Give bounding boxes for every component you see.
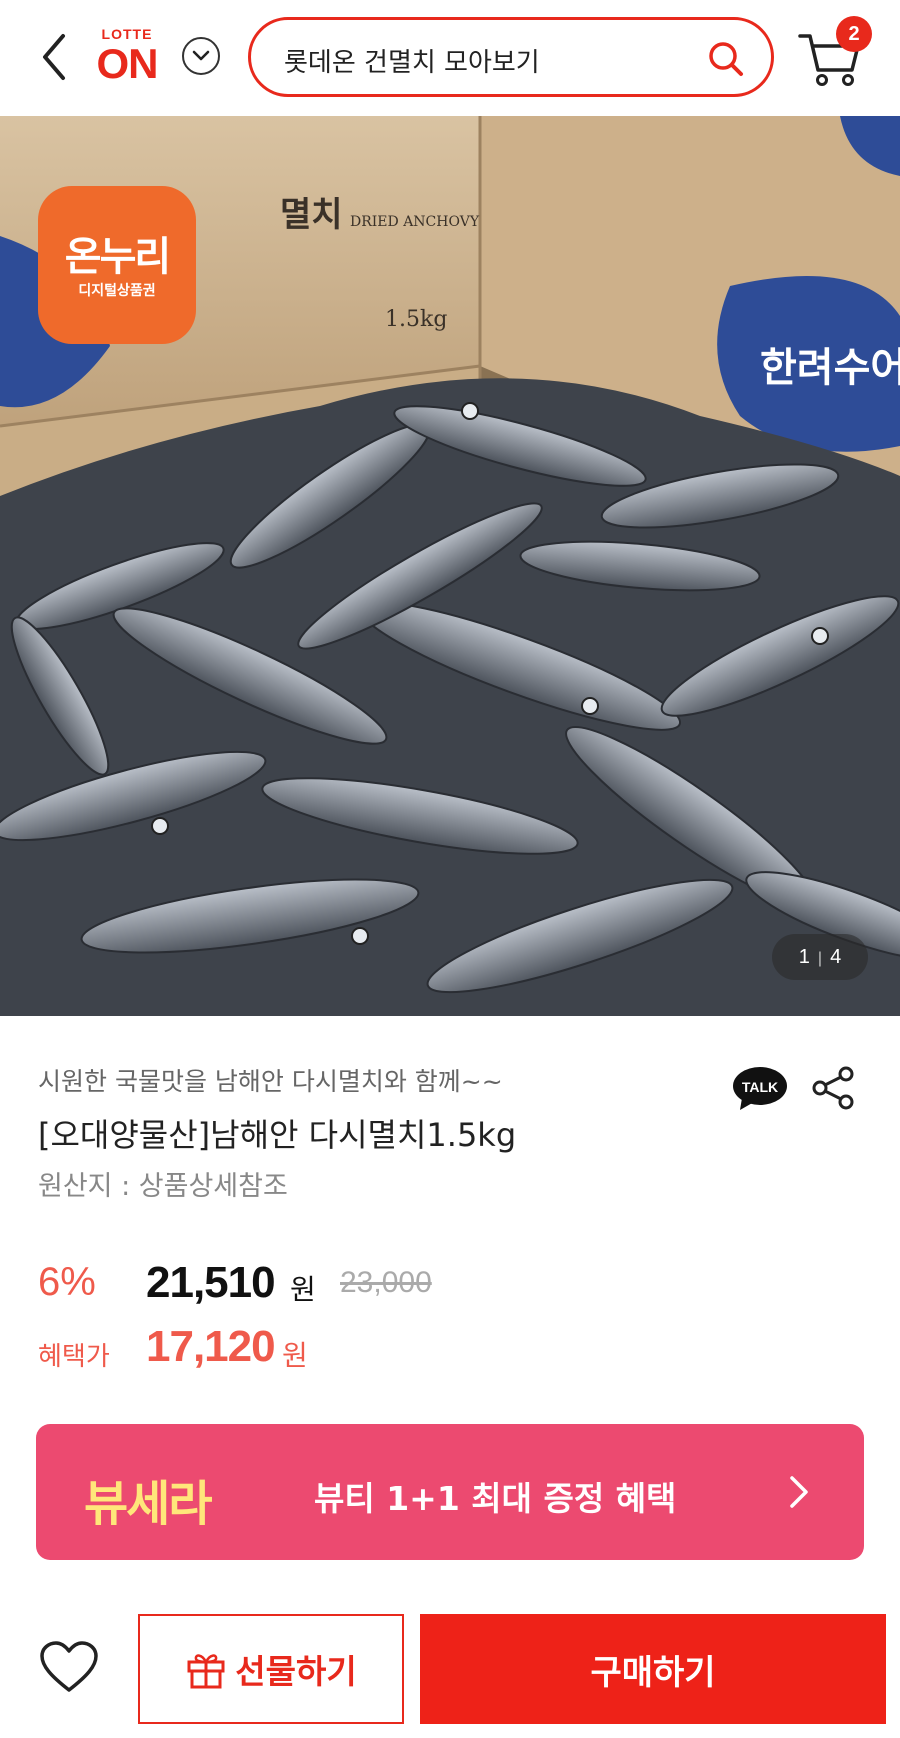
promo-brand: 뷰세라: [84, 1476, 212, 1532]
promo-banner[interactable]: 뷰세라 뷰티 1+1 최대 증정 혜택: [36, 1424, 864, 1560]
page-total: 4: [830, 946, 842, 968]
box-label-text: 멸치: [280, 195, 343, 235]
buy-button-label: 구매하기: [590, 1652, 716, 1693]
product-image[interactable]: 한려수어 멸치 DRIED ANCHOVY 1.5kg 온누리 디지털상품권 1…: [0, 116, 900, 1016]
top-header: LOTTE ON 롯데온 건멸치 모아보기 2: [0, 0, 900, 116]
logo-on-text: ON: [96, 40, 159, 87]
back-button[interactable]: [32, 28, 76, 86]
benefit-price-label: 혜택가: [38, 1342, 110, 1372]
box-label-en-text: DRIED ANCHOVY: [350, 214, 480, 230]
voucher-title: 온누리: [64, 234, 171, 280]
chevron-left-icon: [43, 34, 65, 80]
product-origin: 원산지 : 상품상세참조: [38, 1171, 288, 1202]
search-input[interactable]: 롯데온 건멸치 모아보기: [248, 17, 774, 97]
image-page-indicator: 1 | 4: [772, 934, 868, 980]
benefit-price: 17,120: [146, 1322, 276, 1371]
promo-text: 뷰티 1+1 최대 증정 혜택: [314, 1479, 677, 1518]
gift-button[interactable]: 선물하기: [138, 1614, 404, 1724]
buy-button[interactable]: 구매하기: [420, 1614, 886, 1724]
gift-button-label: 선물하기: [235, 1652, 357, 1691]
benefit-price-unit: 원: [282, 1339, 308, 1372]
service-menu-toggle[interactable]: [182, 37, 220, 75]
heart-icon: [40, 1641, 98, 1692]
discount-rate: 6%: [38, 1260, 96, 1304]
onnuri-voucher-badge: 온누리 디지털상품권: [38, 186, 196, 344]
chevron-right-icon: [790, 1476, 808, 1508]
search-query-text: 롯데온 건멸치 모아보기: [284, 48, 540, 78]
sale-price: 21,510: [146, 1258, 276, 1307]
search-icon[interactable]: [707, 40, 745, 78]
talk-label: TALK: [742, 1079, 778, 1095]
box-brand-text: 한려수어: [760, 345, 900, 391]
talk-icon[interactable]: TALK: [732, 1066, 788, 1112]
gift-icon: [187, 1654, 225, 1689]
product-subtitle: 시원한 국물맛을 남해안 다시멸치와 함께~~: [38, 1067, 503, 1096]
voucher-subtitle: 디지털상품권: [78, 283, 156, 299]
wishlist-button[interactable]: [36, 1634, 102, 1700]
page-current: 1: [798, 946, 810, 968]
chevron-down-icon: [192, 50, 210, 61]
sale-price-unit: 원: [290, 1273, 316, 1306]
box-weight-text: 1.5kg: [385, 307, 447, 332]
page-separator: |: [817, 950, 823, 967]
cart-count-badge: 2: [836, 16, 872, 52]
product-title: [오대양물산]남해안 다시멸치1.5kg: [38, 1116, 517, 1154]
lotte-on-logo[interactable]: LOTTE ON: [90, 26, 164, 88]
share-icon[interactable]: [812, 1066, 856, 1110]
original-price: 23,000: [340, 1266, 432, 1299]
